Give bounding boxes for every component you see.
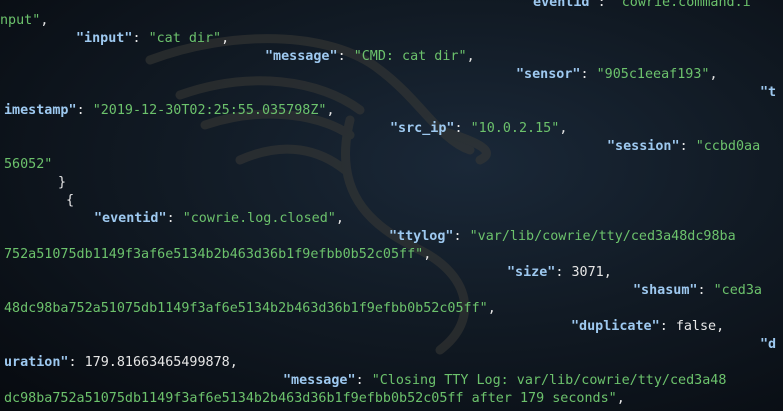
terminal-line: nput",: [0, 12, 48, 30]
json-value: }: [58, 175, 67, 190]
json-value: false: [675, 319, 717, 334]
json-key: "ttylog": [389, 229, 454, 244]
json-value: :: [166, 211, 183, 226]
terminal-line: "shasum": "ced3a: [633, 282, 762, 300]
json-value: :: [337, 49, 354, 64]
json-string: "var/lib/cowrie/tty/ced3a48dc98ba: [469, 229, 736, 244]
json-value: ,: [466, 49, 475, 64]
json-value: ,: [487, 301, 496, 316]
terminal-line: "eventid": "cowrie.log.closed",: [94, 210, 344, 228]
terminal-line: {: [66, 192, 74, 210]
json-value: 3071: [571, 265, 604, 280]
json-string: "2019-12-30T02:25:55.035798Z": [92, 103, 327, 118]
terminal-line: "eventid": "cowrie.command.i: [525, 0, 751, 12]
json-key: uration": [4, 355, 69, 370]
terminal-line: uration": 179.81663465499878,: [4, 354, 238, 372]
json-string: "Closing TTY Log: var/lib/cowrie/tty/ced…: [371, 373, 727, 388]
terminal-window[interactable]: "eventid": "cowrie.command.i nput", "input…: [0, 0, 783, 411]
json-string: dc98ba752a51075db1149f3af6e5134b2b463d36…: [4, 391, 617, 406]
json-key: "session": [607, 139, 680, 154]
terminal-line: "sensor": "905c1eeaf193",: [516, 66, 718, 84]
json-string: 48dc98ba752a51075db1149f3af6e5134b2b463d…: [4, 301, 488, 316]
json-value: {: [66, 193, 75, 208]
json-value: ,: [716, 319, 725, 334]
json-string: "cat dir": [148, 31, 222, 46]
terminal-line: "size": 3071,: [507, 264, 612, 282]
json-string: "905c1eeaf193": [596, 67, 710, 82]
json-value: :: [679, 139, 696, 154]
terminal-line: "t: [760, 84, 776, 102]
json-key: "size": [507, 265, 556, 280]
json-string: 752a51075db1149f3af6e5134b2b463d36b1f9ef…: [4, 247, 424, 262]
json-value: ,: [423, 247, 432, 262]
json-key: "duplicate": [571, 319, 660, 334]
json-string: "ccbd0aa: [695, 139, 761, 154]
json-value: :: [132, 31, 149, 46]
json-value: ,: [221, 31, 230, 46]
json-value: :: [76, 103, 93, 118]
terminal-line: "ttylog": "var/lib/cowrie/tty/ced3a48dc9…: [389, 228, 736, 246]
json-key: "message": [283, 373, 356, 388]
json-string: 56052": [4, 157, 53, 172]
json-value: ,: [229, 355, 238, 370]
json-key: imestamp": [4, 103, 77, 118]
json-value: :: [697, 283, 714, 298]
json-value: ,: [40, 13, 49, 28]
terminal-line: "session": "ccbd0aa: [607, 138, 760, 156]
json-value: :: [454, 121, 471, 136]
json-value: :: [555, 265, 572, 280]
terminal-line: "duplicate": false,: [571, 318, 724, 336]
json-key: "d: [760, 337, 777, 352]
json-key: "shasum": [633, 283, 698, 298]
json-value: :: [580, 67, 597, 82]
json-value: ,: [709, 67, 718, 82]
json-value: :: [659, 319, 676, 334]
json-value: :: [355, 373, 372, 388]
terminal-line: 48dc98ba752a51075db1149f3af6e5134b2b463d…: [4, 300, 496, 318]
terminal-line: "message": "CMD: cat dir",: [265, 48, 475, 66]
terminal-line: dc98ba752a51075db1149f3af6e5134b2b463d36…: [4, 390, 625, 408]
terminal-line: "d: [760, 336, 776, 354]
json-key: "eventid": [94, 211, 167, 226]
json-key: "sensor": [516, 67, 581, 82]
terminal-line: }: [58, 174, 66, 192]
terminal-line: imestamp": "2019-12-30T02:25:55.035798Z"…: [4, 102, 335, 120]
terminal-line: 56052": [4, 156, 52, 174]
terminal-line: "input": "cat dir",: [76, 30, 229, 48]
json-key: "src_ip": [390, 121, 455, 136]
json-value: ,: [616, 391, 625, 406]
terminal-line: 752a51075db1149f3af6e5134b2b463d36b1f9ef…: [4, 246, 431, 264]
json-value: :: [453, 229, 470, 244]
json-value: :: [597, 0, 614, 10]
json-key: "message": [265, 49, 338, 64]
json-value: 179.81663465499878: [84, 355, 230, 370]
json-string: nput": [0, 13, 41, 28]
json-string: "10.0.2.15": [470, 121, 560, 136]
json-string: "CMD: cat dir": [353, 49, 467, 64]
terminal-line: "message": "Closing TTY Log: var/lib/cow…: [283, 372, 726, 390]
json-value: ,: [559, 121, 568, 136]
json-value: ,: [603, 265, 612, 280]
json-value: ,: [335, 211, 344, 226]
json-key: "input": [76, 31, 133, 46]
json-string: "cowrie.command.i: [613, 0, 751, 10]
json-string: "cowrie.log.closed": [182, 211, 336, 226]
json-value: :: [68, 355, 85, 370]
json-string: "ced3a: [713, 283, 762, 298]
json-key: "t: [760, 85, 777, 100]
json-key: "eventid": [525, 0, 598, 10]
json-value: ,: [326, 103, 335, 118]
terminal-line: "src_ip": "10.0.2.15",: [390, 120, 567, 138]
